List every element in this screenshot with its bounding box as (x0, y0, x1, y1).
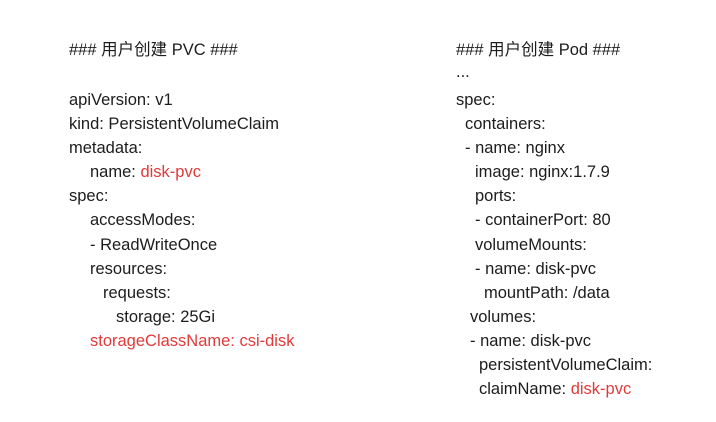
pvc-metadata: metadata: (69, 139, 143, 157)
pvc-access-modes: accessModes: (90, 211, 196, 229)
pod-container-name: - name: nginx (465, 139, 565, 157)
pvc-name-key: name: (90, 163, 141, 181)
pvc-api-version: apiVersion: v1 (69, 91, 173, 109)
pod-mount-path: mountPath: /data (484, 284, 610, 302)
pod-volume-name: - name: disk-pvc (470, 332, 592, 350)
pod-claim-name-key: claimName: (479, 380, 571, 398)
pvc-name-value: disk-pvc (140, 163, 201, 181)
pvc-kind: kind: PersistentVolumeClaim (69, 115, 280, 133)
pod-volumes: volumes: (470, 308, 537, 326)
pod-ports: ports: (475, 187, 517, 205)
pod-title: ### 用户创建 Pod ### (456, 41, 621, 59)
pod-claim-name-line: claimName: disk-pvc (479, 379, 631, 399)
pod-containers: containers: (465, 115, 546, 133)
pvc-name-line: name: disk-pvc (90, 162, 201, 182)
pvc-title: ### 用户创建 PVC ### (69, 41, 238, 59)
pvc-storage-class: storageClassName: csi-disk (90, 332, 295, 350)
pod-volume-mounts: volumeMounts: (475, 236, 587, 254)
pod-ellipsis: ... (456, 63, 470, 81)
pod-container-port: - containerPort: 80 (475, 211, 611, 229)
pvc-requests: requests: (103, 284, 171, 302)
pod-pvc-key: persistentVolumeClaim: (479, 356, 653, 374)
pod-claim-name-value: disk-pvc (570, 380, 632, 398)
pod-spec: spec: (456, 91, 496, 109)
pod-mount-name: - name: disk-pvc (475, 260, 597, 278)
pvc-storage: storage: 25Gi (116, 308, 216, 326)
pvc-access-mode-item: - ReadWriteOnce (90, 236, 218, 254)
pvc-spec: spec: (69, 187, 109, 205)
pvc-resources: resources: (90, 260, 168, 278)
pod-image: image: nginx:1.7.9 (475, 163, 610, 181)
